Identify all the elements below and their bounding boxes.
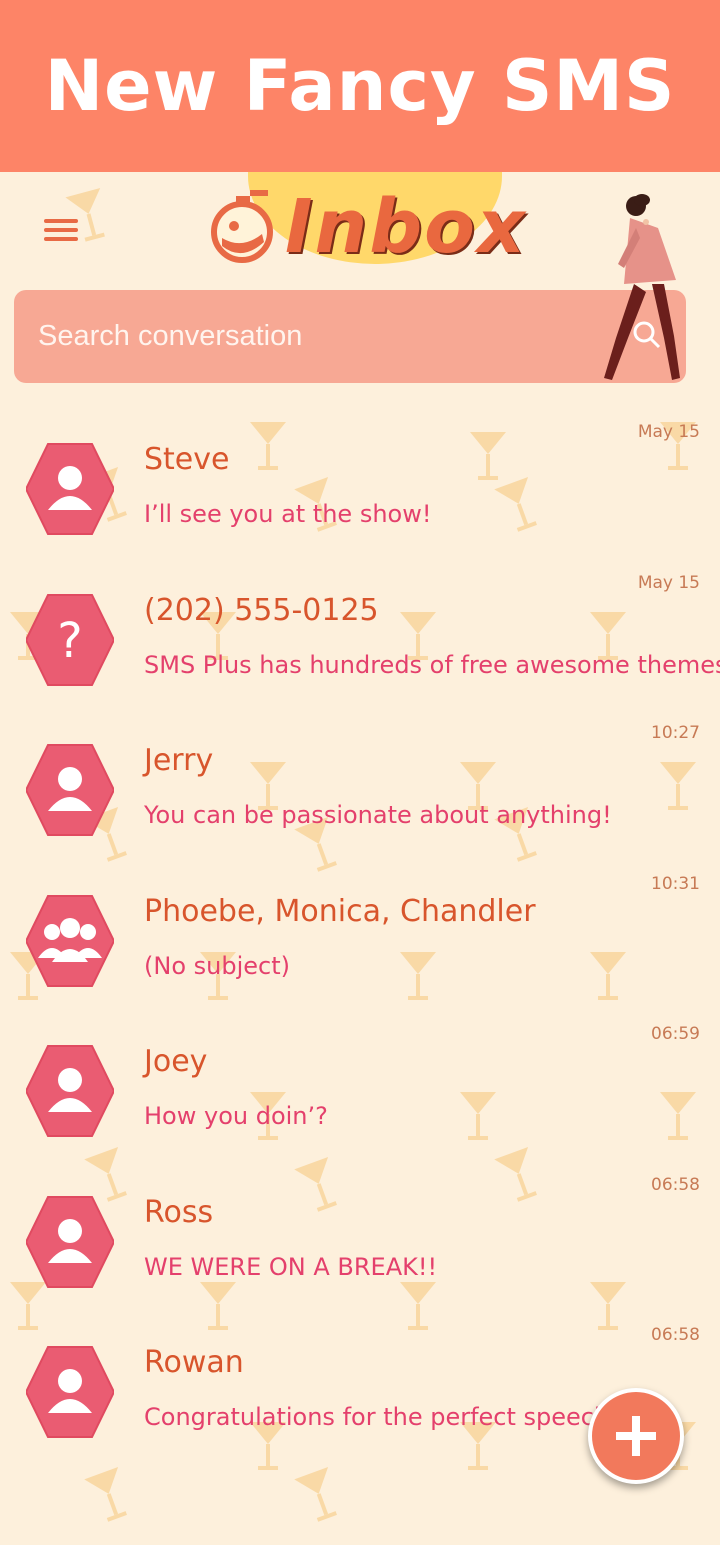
- contact-name: Joey: [144, 1044, 208, 1079]
- conversation-item[interactable]: Steve I’ll see you at the show! May 15: [0, 412, 720, 562]
- message-time: 06:58: [651, 1174, 700, 1195]
- svg-text:?: ?: [57, 613, 82, 669]
- message-preview: How you doin’?: [144, 1102, 328, 1130]
- new-message-button[interactable]: [588, 1388, 684, 1484]
- conversation-item[interactable]: Joey How you doin’? 06:59: [0, 1014, 720, 1164]
- message-preview: I’ll see you at the show!: [144, 500, 432, 528]
- plus-icon: [616, 1416, 656, 1456]
- conversation-item[interactable]: Phoebe, Monica, Chandler (No subject) 10:3…: [0, 864, 720, 1014]
- contact-name: Rowan: [144, 1345, 244, 1380]
- contact-avatar-icon[interactable]: [26, 1345, 114, 1439]
- contact-name: Phoebe, Monica, Chandler: [144, 893, 536, 929]
- hamburger-menu-icon[interactable]: [44, 214, 78, 248]
- message-preview: SMS Plus has hundreds of free awesome th…: [144, 650, 720, 679]
- message-time: 06:58: [651, 1325, 700, 1345]
- contact-avatar-icon[interactable]: [26, 1195, 114, 1289]
- group-contact-icon[interactable]: [26, 894, 114, 988]
- contact-name: (202) 555-0125: [144, 592, 379, 628]
- contact-name: Steve: [144, 442, 230, 477]
- message-time: 10:31: [651, 873, 700, 894]
- contact-avatar-icon[interactable]: [26, 743, 114, 837]
- contact-avatar-icon[interactable]: [26, 1044, 114, 1138]
- conversation-item[interactable]: Jerry You can be passionate about anythi…: [0, 713, 720, 863]
- conversation-item[interactable]: Ross WE WERE ON A BREAK!! 06:58: [0, 1165, 720, 1315]
- contact-avatar-icon[interactable]: [26, 442, 114, 536]
- message-preview: WE WERE ON A BREAK!!: [144, 1252, 438, 1281]
- perfume-bottle-icon: [211, 190, 273, 263]
- message-time: 06:59: [651, 1024, 700, 1044]
- promo-banner: New Fancy SMS: [0, 0, 720, 172]
- message-preview: (No subject): [144, 951, 290, 980]
- page-title: Inbox: [285, 184, 527, 270]
- fashion-lady-illustration: [604, 194, 680, 380]
- message-time: 10:27: [651, 723, 700, 743]
- banner-title: New Fancy SMS: [44, 45, 676, 127]
- unknown-contact-icon[interactable]: ?: [26, 593, 114, 687]
- message-time: May 15: [637, 422, 700, 442]
- search-placeholder: Search conversation: [38, 320, 303, 352]
- message-preview: Congratulations for the perfect speech h…: [144, 1403, 647, 1431]
- message-time: May 15: [637, 572, 700, 593]
- contact-name: Jerry: [144, 743, 214, 778]
- contact-name: Ross: [144, 1194, 214, 1230]
- message-preview: You can be passionate about anything!: [144, 801, 612, 829]
- conversation-item[interactable]: ? (202) 555-0125 SMS Plus has hundreds of …: [0, 563, 720, 713]
